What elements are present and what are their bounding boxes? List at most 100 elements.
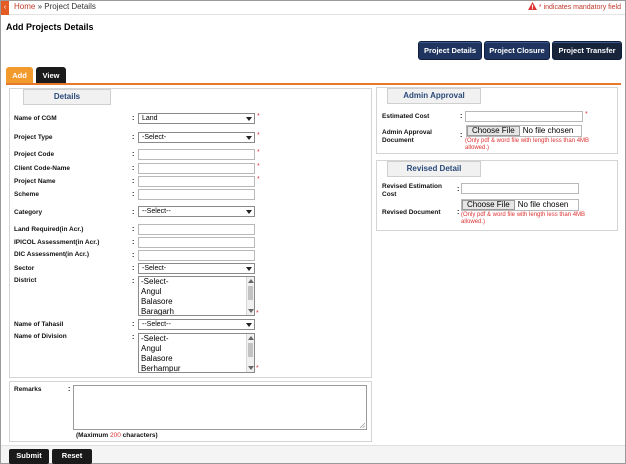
admin-document-file-input[interactable]: Choose File No file chosen — [466, 125, 582, 137]
reset-button[interactable]: Reset — [52, 449, 92, 464]
tab-view[interactable]: View — [36, 67, 66, 84]
submit-button[interactable]: Submit — [9, 449, 49, 464]
ipicol-label: IPICOL Assessment(in Acr.) — [14, 239, 100, 246]
breadcrumb-home-link[interactable]: Home — [14, 2, 35, 11]
estimated-cost-input[interactable] — [465, 111, 583, 122]
required-star: * — [257, 113, 260, 120]
scheme-label: Scheme — [14, 191, 39, 198]
revised-document-hint: (Only pdf & word file with length less t… — [461, 212, 586, 225]
client-code-label: Client Code-Name — [14, 165, 70, 172]
project-closure-button[interactable]: Project Closure — [484, 41, 550, 60]
revised-document-file-input[interactable]: Choose File No file chosen — [461, 199, 579, 211]
district-listbox[interactable]: -Select- Angul Balasore Baragarh — [138, 276, 255, 316]
project-code-input[interactable] — [138, 149, 255, 160]
dic-input[interactable] — [138, 250, 255, 261]
cgm-select-value: Land — [142, 115, 158, 122]
list-item[interactable]: Berhampur — [139, 364, 254, 372]
estimated-cost-label: Estimated Cost — [382, 113, 430, 120]
tabs-underline — [6, 83, 621, 85]
remarks-limit-suffix: characters) — [122, 432, 158, 439]
scroll-thumb[interactable] — [248, 343, 253, 357]
scroll-thumb[interactable] — [248, 286, 253, 300]
remarks-limit-prefix: (Maximum — [76, 432, 109, 439]
breadcrumb-separator: » — [37, 2, 43, 11]
project-name-label: Project Name — [14, 178, 56, 185]
revised-estimation-cost-input[interactable] — [461, 183, 579, 194]
list-item[interactable]: Baragarh — [139, 307, 254, 315]
chevron-down-icon — [246, 210, 252, 214]
remarks-limit-number: 200 — [109, 432, 121, 439]
choose-file-button[interactable]: Choose File — [462, 200, 515, 210]
division-label: Name of Division — [14, 333, 67, 340]
project-name-input[interactable] — [138, 176, 255, 187]
mandatory-star: * — [538, 4, 542, 11]
project-code-label: Project Code — [14, 151, 55, 158]
division-listbox[interactable]: -Select- Angul Balasore Berhampur — [138, 333, 255, 373]
remarks-textarea[interactable] — [73, 385, 367, 430]
district-label: District — [14, 277, 37, 284]
required-star: * — [585, 111, 588, 118]
project-type-select-value: -Select- — [142, 134, 167, 141]
chevron-down-icon — [246, 136, 252, 140]
file-status-text: No file chosen — [517, 200, 569, 209]
project-details-button[interactable]: Project Details — [418, 41, 482, 60]
chevron-down-icon — [246, 267, 252, 271]
scroll-down-icon[interactable] — [248, 309, 254, 313]
breadcrumb: Home » Project Details — [14, 2, 96, 11]
home-tab-icon[interactable]: ‹ — [1, 1, 9, 15]
mandatory-note: * indicates mandatory field — [527, 2, 621, 11]
required-star: * — [257, 132, 260, 139]
dic-label: DIC Assessment(in Acr.) — [14, 251, 90, 258]
details-legend: Details — [23, 89, 111, 105]
admin-document-hint: (Only pdf & word file with length less t… — [465, 138, 590, 151]
scroll-down-icon[interactable] — [248, 366, 254, 370]
scroll-up-icon[interactable] — [248, 279, 254, 283]
project-type-label: Project Type — [14, 134, 53, 141]
sector-label: Sector — [14, 265, 35, 272]
remarks-char-limit: (Maximum 200 characters) — [76, 432, 158, 439]
footer-bar — [1, 445, 625, 463]
tahasil-select[interactable]: --Select-- — [138, 319, 255, 330]
required-star: * — [257, 163, 260, 170]
resize-handle-icon[interactable] — [360, 423, 365, 428]
list-item[interactable]: Balasore — [139, 354, 254, 364]
list-item[interactable]: Angul — [139, 344, 254, 354]
project-type-select[interactable]: -Select- — [138, 132, 255, 143]
category-select-value: --Select-- — [142, 208, 171, 215]
division-scrollbar[interactable] — [246, 334, 254, 372]
required-star: * — [257, 149, 260, 156]
required-star: * — [256, 310, 259, 317]
tahasil-label: Name of Tahasil — [14, 321, 64, 328]
category-label: Category — [14, 209, 43, 216]
file-status-text: No file chosen — [522, 126, 574, 135]
land-required-input[interactable] — [138, 224, 255, 235]
scroll-up-icon[interactable] — [248, 336, 254, 340]
sector-select[interactable]: -Select- — [138, 263, 255, 274]
remarks-label: Remarks — [14, 386, 42, 393]
cgm-select[interactable]: Land — [138, 113, 255, 124]
tahasil-select-value: --Select-- — [142, 321, 171, 328]
category-select[interactable]: --Select-- — [138, 206, 255, 217]
breadcrumb-current: Project Details — [44, 2, 96, 11]
scheme-input[interactable] — [138, 189, 255, 200]
chevron-down-icon — [246, 323, 252, 327]
mandatory-note-text: indicates mandatory field — [543, 4, 621, 11]
tab-add[interactable]: Add — [6, 67, 33, 84]
ipicol-input[interactable] — [138, 237, 255, 248]
choose-file-button[interactable]: Choose File — [467, 126, 520, 136]
client-code-input[interactable] — [138, 163, 255, 174]
cgm-label: Name of CGM — [14, 115, 57, 122]
revised-estimation-cost-label: Revised Estimation Cost — [382, 183, 442, 198]
list-item[interactable]: Balasore — [139, 297, 254, 307]
district-scrollbar[interactable] — [246, 277, 254, 315]
warning-icon — [527, 2, 537, 10]
list-item[interactable]: -Select- — [139, 334, 254, 344]
sector-select-value: -Select- — [142, 265, 167, 272]
page-title: Add Projects Details — [6, 22, 94, 32]
project-transfer-button[interactable]: Project Transfer — [552, 41, 622, 60]
revised-detail-legend: Revised Detail — [387, 161, 481, 177]
required-star: * — [256, 365, 259, 372]
list-item[interactable]: -Select- — [139, 277, 254, 287]
admin-approval-document-label: Admin Approval Document — [382, 129, 432, 144]
list-item[interactable]: Angul — [139, 287, 254, 297]
